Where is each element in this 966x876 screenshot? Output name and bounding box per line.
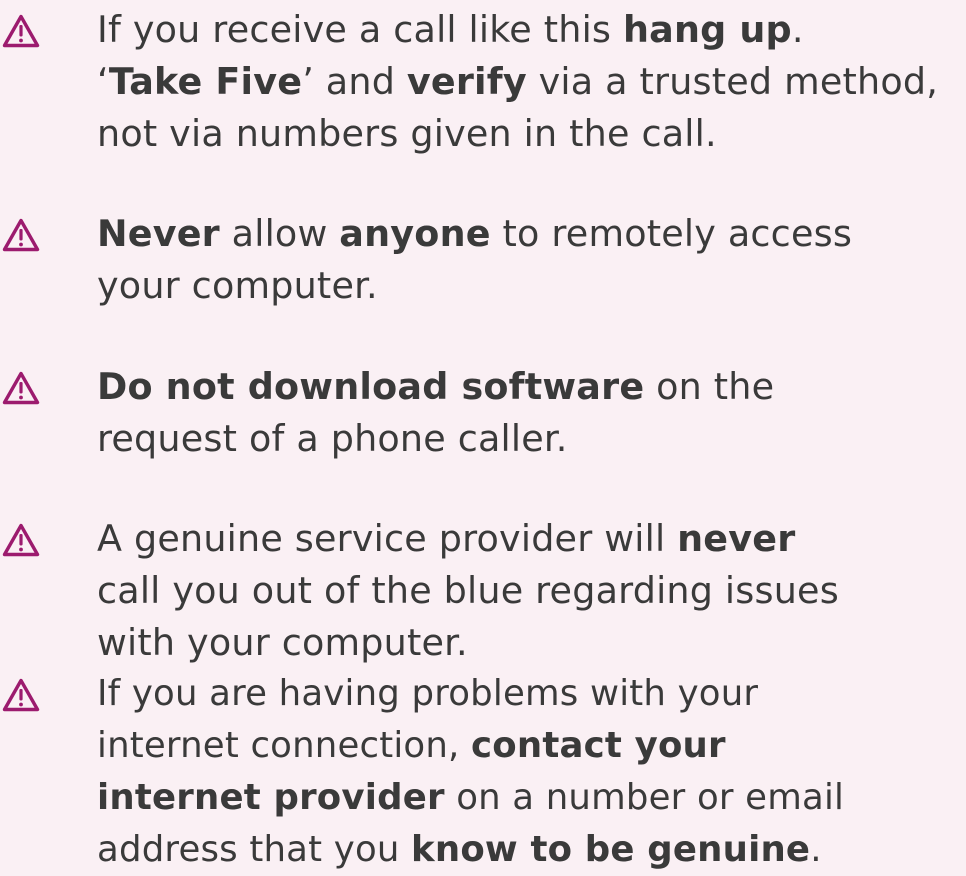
tip-text-run: . — [810, 829, 822, 870]
tip-text-bold: Do not download software — [97, 365, 645, 408]
tip-text-run: address that you — [97, 829, 412, 870]
tip-text-run: on the — [644, 365, 775, 408]
tip-text-bold: anyone — [339, 212, 491, 255]
tip-text-run: . — [791, 8, 804, 51]
tip-text-bold: Never — [97, 212, 220, 255]
tip-text-run: your computer. — [97, 264, 378, 307]
tip-text-run: allow — [219, 212, 340, 255]
tip-text-run: internet connection, — [97, 725, 472, 766]
tip-item: A genuine service provider will never ca… — [0, 513, 966, 669]
tip-text-run: ‘ — [97, 60, 109, 103]
tip-text: If you receive a call like this hang up.… — [97, 4, 962, 160]
tip-text-run: to remotely access — [490, 212, 853, 255]
tip-text-bold: never — [677, 517, 796, 560]
tip-text-run: call you out of the blue regarding issue… — [97, 569, 839, 612]
tip-item: Do not download software on the request … — [0, 361, 966, 465]
tip-text-run: A genuine service provider will — [97, 517, 678, 560]
warning-triangle-icon — [2, 523, 40, 557]
warning-triangle-icon — [2, 678, 40, 712]
warning-triangle-icon — [2, 218, 40, 252]
tip-text-run: If you receive a call like this — [97, 8, 623, 51]
tip-text-bold: hang up — [622, 8, 792, 51]
warning-triangle-icon — [2, 371, 40, 405]
tip-text: If you are having problems with your int… — [97, 668, 962, 876]
tip-text-bold: Take Five — [108, 60, 303, 103]
tip-text-bold: know to be genuine — [411, 829, 811, 870]
tip-text-run: on a number or email — [444, 777, 845, 818]
tip-item: If you are having problems with your int… — [0, 668, 966, 876]
tip-text-run: ’ and — [302, 60, 407, 103]
tip-text-bold: internet provider — [97, 777, 445, 818]
safety-tips-list: If you receive a call like this hang up.… — [0, 0, 966, 870]
tip-text-run: with your computer. — [97, 621, 468, 664]
tip-text-run: If you are having problems with your — [97, 673, 759, 714]
tip-text-run: via a trusted method, — [526, 60, 939, 103]
tip-text: Do not download software on the request … — [97, 361, 962, 465]
tip-text: Never allow anyone to remotely access yo… — [97, 208, 962, 312]
warning-triangle-icon — [2, 14, 40, 48]
tip-item: Never allow anyone to remotely access yo… — [0, 208, 966, 312]
tip-text-run: request of a phone caller. — [97, 417, 568, 460]
tip-text-run: not via numbers given in the call. — [97, 112, 717, 155]
tip-text-bold: verify — [406, 60, 527, 103]
tip-text: A genuine service provider will never ca… — [97, 513, 962, 669]
tip-item: If you receive a call like this hang up.… — [0, 4, 966, 160]
tip-text-bold: contact your — [471, 725, 726, 766]
